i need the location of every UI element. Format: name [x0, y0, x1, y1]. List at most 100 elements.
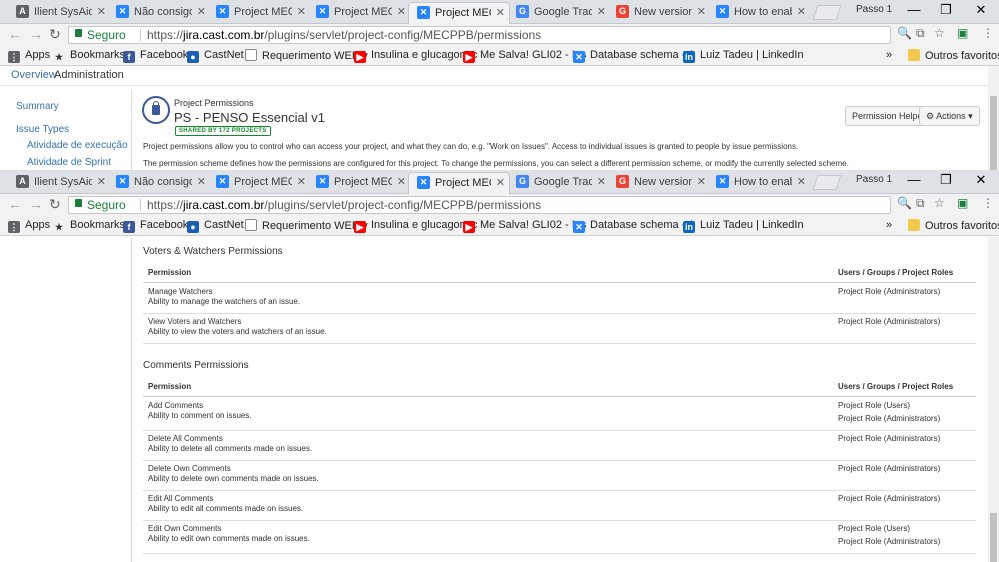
tab-close-icon[interactable]: ✕ [197, 172, 206, 192]
profile-name[interactable]: Passo 1 [856, 174, 892, 185]
bookmark-database[interactable]: ✕ Database schema - A [573, 49, 695, 63]
permission-role: Project Role (Administrators) [838, 317, 941, 326]
scrollbar[interactable] [988, 237, 999, 562]
scrollbar[interactable] [988, 66, 999, 170]
google-translate-icon: G [516, 175, 529, 188]
tab-close-icon[interactable]: ✕ [797, 2, 806, 22]
tab[interactable]: GNew version is✕ [608, 172, 710, 194]
close-window-button[interactable]: ✕ [971, 172, 991, 188]
tab[interactable]: ✕Project MEC_P✕ [308, 2, 410, 24]
tab-close-icon[interactable]: ✕ [97, 2, 106, 22]
new-tab-button[interactable] [812, 5, 842, 20]
tab-close-icon[interactable]: ✕ [297, 172, 306, 192]
tab-close-icon[interactable]: ✕ [597, 2, 606, 22]
other-bookmarks[interactable]: Outros favoritos [908, 49, 999, 62]
tab[interactable]: AIlient SysAid H✕ [8, 172, 110, 194]
translate-icon[interactable]: ⧉ [916, 26, 925, 41]
tab[interactable]: GGoogle Tradut✕ [508, 2, 610, 24]
extension-icon[interactable]: ▣ [957, 196, 968, 210]
back-button[interactable]: ← [8, 26, 22, 42]
bookmark-linkedin[interactable]: in Luiz Tadeu | LinkedIn [683, 49, 804, 63]
tab-close-icon[interactable]: ✕ [697, 2, 706, 22]
castnet-icon: ● [187, 51, 199, 63]
tab[interactable]: GNew version is✕ [608, 2, 710, 24]
tab-close-icon[interactable]: ✕ [197, 2, 206, 22]
tab[interactable]: ✕How to enable✕ [708, 172, 810, 194]
bookmarks-overflow[interactable]: » [886, 219, 892, 231]
permission-role: Project Role (Administrators) [838, 537, 941, 546]
tab[interactable]: AIlient SysAid H✕ [8, 2, 110, 24]
bookmark-bookmarks[interactable]: ★ Bookmarks [53, 49, 125, 63]
bookmark-facebook[interactable]: f Facebook [123, 219, 188, 233]
tab-close-icon[interactable]: ✕ [397, 172, 406, 192]
tab-close-icon[interactable]: ✕ [97, 172, 106, 192]
scroll-thumb[interactable] [990, 513, 997, 562]
sidebar-item-atividade-execucao[interactable]: Atividade de execução [27, 140, 128, 151]
scroll-thumb[interactable] [990, 96, 997, 170]
translate-icon[interactable]: ⧉ [916, 196, 925, 211]
menu-icon[interactable]: ⋮ [982, 26, 994, 40]
bookmarks-overflow[interactable]: » [886, 49, 892, 61]
folder-icon [908, 219, 920, 231]
tab[interactable]: ✕Project MEC_P✕ [308, 172, 410, 194]
forward-button[interactable]: → [29, 26, 43, 42]
tab-close-icon[interactable]: ✕ [397, 2, 406, 22]
tab-active[interactable]: ✕Project MEC_P✕ [408, 2, 510, 24]
tab-close-icon[interactable]: ✕ [297, 2, 306, 22]
browser-window-bottom: AIlient SysAid H✕ ✕Não consigo a✕ ✕Proje… [0, 170, 999, 562]
tab-close-icon[interactable]: ✕ [697, 172, 706, 192]
new-tab-button[interactable] [812, 175, 842, 190]
back-button[interactable]: ← [8, 196, 22, 212]
tab[interactable]: ✕Não consigo a✕ [108, 172, 210, 194]
tab[interactable]: ✕Não consigo a✕ [108, 2, 210, 24]
tab[interactable]: ✕Project MEC_P✕ [208, 172, 310, 194]
reload-button[interactable]: ↻ [49, 26, 61, 43]
shared-badge[interactable]: SHARED BY 172 PROJECTS [175, 126, 271, 136]
bookmark-insulina[interactable]: ▶ Insulina e glucagon: c [354, 219, 477, 233]
actions-button[interactable]: ⚙ Actions ▾ [919, 106, 980, 126]
reload-button[interactable]: ↻ [49, 196, 61, 213]
profile-name[interactable]: Passo 1 [856, 4, 892, 15]
bookmark-mesalva[interactable]: ▶ Me Salva! GLI02 - Ins [463, 219, 586, 233]
sidebar-item-issue-types[interactable]: Issue Types [16, 124, 69, 135]
tab[interactable]: GGoogle Tradut✕ [508, 172, 610, 194]
bookmark-castnet[interactable]: ● CastNet [187, 219, 244, 233]
search-icon[interactable]: 🔍 [897, 196, 912, 210]
bookmark-castnet[interactable]: ● CastNet [187, 49, 244, 63]
bookmark-requerimento[interactable]: Requerimento WEB v [245, 219, 368, 232]
bookmark-bookmarks[interactable]: ★ Bookmarks [53, 219, 125, 233]
minimize-button[interactable]: — [904, 2, 924, 17]
url-input[interactable]: Seguro https://jira.cast.com.br/plugins/… [68, 196, 891, 214]
bookmark-requerimento[interactable]: Requerimento WEB v [245, 49, 368, 62]
tab-active[interactable]: ✕Project MEC_P✕ [408, 172, 510, 194]
other-bookmarks[interactable]: Outros favoritos [908, 219, 999, 232]
forward-button[interactable]: → [29, 196, 43, 212]
maximize-button[interactable]: ❐ [936, 2, 956, 18]
sidebar-item-summary[interactable]: Summary [16, 101, 59, 112]
extension-icon[interactable]: ▣ [957, 26, 968, 40]
overview-link[interactable]: Overview [11, 69, 57, 81]
search-icon[interactable]: 🔍 [897, 26, 912, 40]
bookmark-apps[interactable]: ⋮ Apps [8, 219, 50, 233]
tab-close-icon[interactable]: ✕ [496, 3, 505, 23]
bookmark-linkedin[interactable]: in Luiz Tadeu | LinkedIn [683, 219, 804, 233]
sidebar-item-atividade-sprint[interactable]: Atividade de Sprint [27, 157, 111, 168]
close-window-button[interactable]: ✕ [971, 2, 991, 18]
tab[interactable]: ✕How to enable✕ [708, 2, 810, 24]
menu-icon[interactable]: ⋮ [982, 196, 994, 210]
tab-close-icon[interactable]: ✕ [797, 172, 806, 192]
maximize-button[interactable]: ❐ [936, 172, 956, 188]
bookmark-facebook[interactable]: f Facebook [123, 49, 188, 63]
tab[interactable]: ✕Project MEC_P✕ [208, 2, 310, 24]
administration-link[interactable]: Administration [54, 69, 124, 81]
tab-close-icon[interactable]: ✕ [597, 172, 606, 192]
bookmark-database[interactable]: ✕ Database schema - A [573, 219, 695, 233]
star-icon[interactable]: ☆ [934, 26, 945, 40]
tab-close-icon[interactable]: ✕ [496, 173, 505, 193]
minimize-button[interactable]: — [904, 172, 924, 187]
star-icon[interactable]: ☆ [934, 196, 945, 210]
bookmark-apps[interactable]: ⋮ Apps [8, 49, 50, 63]
bookmark-mesalva[interactable]: ▶ Me Salva! GLI02 - Ins [463, 49, 586, 63]
url-input[interactable]: Seguro https://jira.cast.com.br/plugins/… [68, 26, 891, 44]
bookmark-insulina[interactable]: ▶ Insulina e glucagon: c [354, 49, 477, 63]
